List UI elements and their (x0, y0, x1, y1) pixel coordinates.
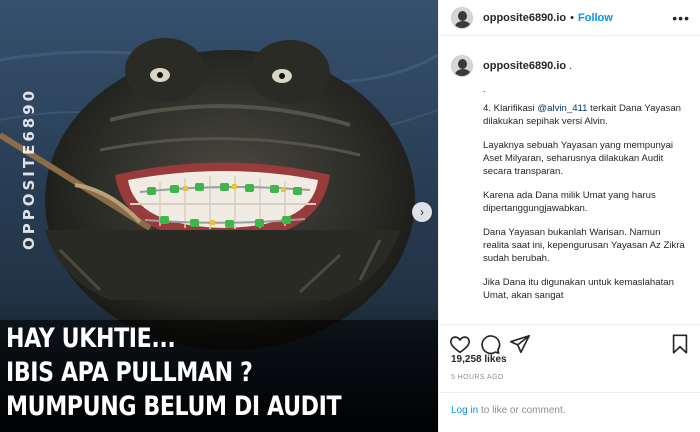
post-side-panel: opposite6890.io • Follow ••• opposite689… (438, 0, 700, 432)
watermark-text: OPPOSITE6890 (20, 87, 38, 250)
follow-button[interactable]: Follow (578, 12, 613, 24)
caption-paragraph-3: Karena ada Dana milik Umat yang harus di… (483, 190, 656, 214)
caption-text: . 4. Klarifikasi @alvin_411 terkait Dana… (483, 83, 689, 302)
comment-section[interactable]: opposite6890.io . . 4. Klarifikasi @alvi… (439, 37, 700, 324)
post-header: opposite6890.io • Follow ••• (439, 0, 700, 36)
caption-paragraph-1: 4. Klarifikasi @alvin_411 terkait Dana Y… (483, 102, 689, 128)
avatar[interactable] (451, 55, 473, 77)
header-username[interactable]: opposite6890.io (483, 12, 566, 24)
avatar[interactable] (451, 6, 473, 29)
next-arrow-icon[interactable]: › (412, 202, 432, 222)
heart-icon[interactable] (449, 333, 471, 355)
dot-line: . (483, 84, 486, 94)
caption-line-2: IBIS APA PULLMAN ? (6, 357, 253, 388)
caption-paragraph-2: Layaknya sebuah Yayasan yang mempunyai A… (483, 140, 674, 177)
comment-icon[interactable] (479, 333, 501, 355)
bookmark-icon[interactable] (669, 333, 691, 355)
post-time: 5 HOURS AGO (451, 374, 504, 381)
caption-line-3: MUMPUNG BELUM DI AUDIT (6, 391, 342, 422)
caption-line-1: HAY UKHTIE... (6, 323, 176, 354)
caption-tail: . (569, 60, 573, 72)
post-image[interactable]: OPPOSITE6890 HAY UKHTIE... IBIS APA PULL… (0, 0, 438, 432)
caption-paragraph-5: Jika Dana itu digunakan untuk kemaslahat… (483, 277, 674, 301)
caption-author: opposite6890.io . (451, 55, 689, 77)
header-separator: • (570, 11, 574, 24)
mention-link[interactable]: @alvin_411 (537, 103, 587, 114)
login-prompt: Log in to like or comment. (439, 392, 700, 432)
klarifikasi-prefix: 4. Klarifikasi (483, 103, 538, 114)
share-icon[interactable] (509, 333, 531, 355)
caption-username[interactable]: opposite6890.io (483, 60, 566, 72)
more-icon[interactable]: ••• (672, 10, 690, 26)
image-caption: HAY UKHTIE... IBIS APA PULLMAN ? MUMPUNG… (6, 322, 350, 424)
login-rest: to like or comment. (478, 405, 566, 416)
login-link[interactable]: Log in (451, 405, 478, 416)
caption-paragraph-4: Dana Yayasan bukanlah Warisan. Namun rea… (483, 227, 685, 264)
likes-count[interactable]: 19,258 likes (451, 354, 507, 365)
